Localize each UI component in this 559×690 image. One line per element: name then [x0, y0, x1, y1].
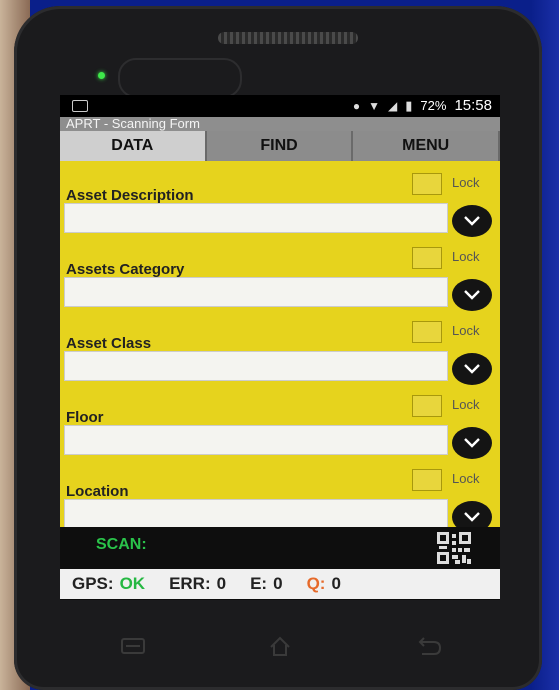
menu-key-icon[interactable] — [116, 634, 150, 658]
lock-checkbox[interactable] — [412, 469, 442, 491]
lock-label: Lock — [452, 471, 480, 486]
lock-label: Lock — [452, 249, 480, 264]
signal-icon: ◢ — [388, 98, 398, 113]
field-location: Location Lock — [60, 463, 500, 537]
lock-label: Lock — [452, 397, 480, 412]
tab-menu[interactable]: MENU — [353, 131, 500, 161]
field-asset-class: Asset Class Lock — [60, 315, 500, 389]
home-key-icon[interactable] — [263, 634, 297, 658]
lock-checkbox[interactable] — [412, 395, 442, 417]
gps-value: OK — [119, 574, 146, 593]
tab-data[interactable]: DATA — [60, 131, 207, 161]
phone-screen: ● ▼ ◢ ▮ 72% 15:58 APRT - Scanning Form D… — [60, 95, 500, 600]
dropdown-button[interactable] — [452, 427, 492, 459]
field-assets-category: Assets Category Lock — [60, 241, 500, 315]
notification-led — [98, 72, 105, 79]
field-label: Floor — [66, 409, 104, 426]
lock-checkbox[interactable] — [412, 321, 442, 343]
err-label: ERR: — [169, 574, 211, 593]
floor-input[interactable] — [64, 425, 448, 455]
field-label: Assets Category — [66, 261, 185, 278]
chevron-down-icon — [464, 290, 480, 300]
chevron-down-icon — [464, 512, 480, 522]
wifi-icon: ▼ — [368, 98, 381, 113]
front-camera-area — [118, 58, 242, 98]
lock-checkbox[interactable] — [412, 173, 442, 195]
asset-class-input[interactable] — [64, 351, 448, 381]
earpiece-speaker — [218, 32, 358, 44]
back-key-icon[interactable] — [410, 634, 444, 658]
scan-row: SCAN: — [60, 527, 500, 569]
gps-label: GPS: — [72, 574, 114, 593]
dropdown-button[interactable] — [452, 205, 492, 237]
location-icon: ● — [352, 98, 361, 113]
app-title: APRT - Scanning Form — [60, 117, 500, 131]
lock-label: Lock — [452, 323, 480, 338]
scanning-form: Asset Description Lock Assets Category L… — [60, 161, 500, 533]
chevron-down-icon — [464, 364, 480, 374]
e-label: E: — [250, 574, 268, 593]
battery-icon: ▮ — [405, 97, 413, 113]
notification-icon — [72, 100, 88, 112]
hardware-nav-bar — [60, 626, 500, 666]
dropdown-button[interactable] — [452, 353, 492, 385]
q-label: Q: — [306, 574, 326, 593]
clock: 15:58 — [454, 97, 492, 114]
battery-percent: 72% — [420, 98, 447, 113]
asset-description-input[interactable] — [64, 203, 448, 233]
scan-label: SCAN: — [96, 536, 147, 553]
err-value: 0 — [216, 574, 227, 593]
q-value: 0 — [331, 574, 341, 593]
tab-bar: DATA FIND MENU — [60, 131, 500, 161]
e-value: 0 — [273, 574, 283, 593]
chevron-down-icon — [464, 216, 480, 226]
qr-code-icon[interactable] — [436, 531, 472, 565]
status-icons: ● ▼ ◢ ▮ 72% 15:58 — [353, 97, 492, 114]
location-input[interactable] — [64, 499, 448, 529]
field-asset-description: Asset Description Lock — [60, 167, 500, 241]
dropdown-button[interactable] — [452, 279, 492, 311]
field-label: Asset Class — [66, 335, 152, 352]
field-floor: Floor Lock — [60, 389, 500, 463]
gps-status-bar: GPS: OK ERR: 0 E: 0 Q: 0 — [60, 569, 500, 599]
lock-label: Lock — [452, 175, 480, 190]
chevron-down-icon — [464, 438, 480, 448]
assets-category-input[interactable] — [64, 277, 448, 307]
field-label: Location — [66, 483, 129, 500]
status-bar: ● ▼ ◢ ▮ 72% 15:58 — [60, 95, 500, 117]
tab-find[interactable]: FIND — [206, 131, 354, 161]
field-label: Asset Description — [66, 187, 194, 204]
lock-checkbox[interactable] — [412, 247, 442, 269]
